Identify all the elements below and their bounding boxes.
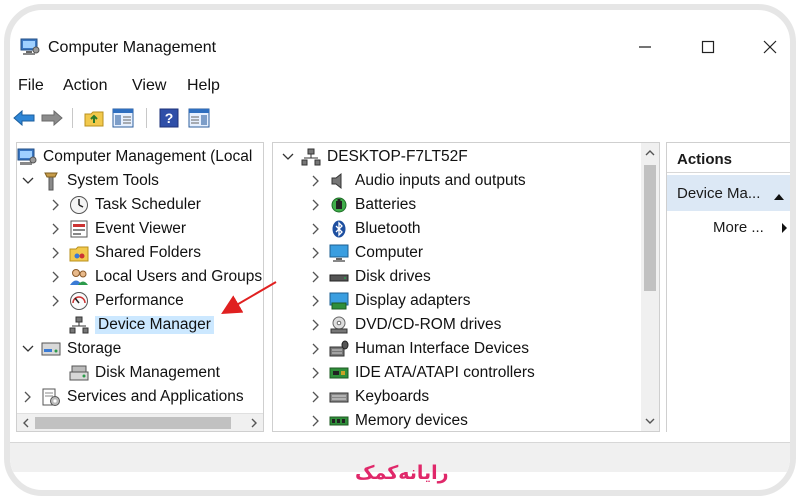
window-frame: Computer Management File Action View Hel…: [4, 4, 796, 496]
brand-watermark: رایانه‌کمک: [355, 462, 449, 484]
annotation-arrow: [221, 281, 277, 315]
